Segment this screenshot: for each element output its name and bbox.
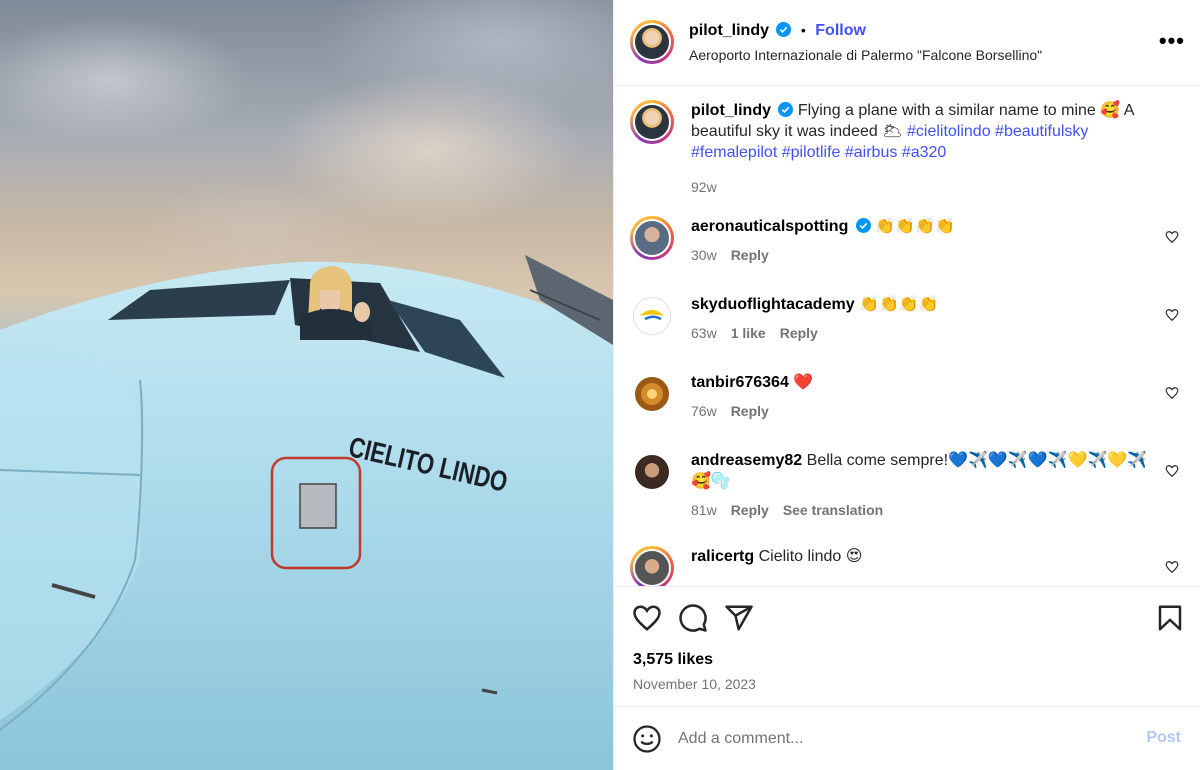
comment-text: 👏👏👏👏 [859,296,939,313]
avatar-image [633,219,671,257]
share-send-icon[interactable] [724,603,754,633]
post-date[interactable]: November 10, 2023 [633,676,756,692]
follow-button[interactable]: Follow [815,22,866,39]
add-comment-input[interactable] [678,727,1118,751]
post-actions: 3,575 likes November 10, 2023 [614,586,1200,706]
reply-button[interactable]: Reply [780,325,818,341]
caption-avatar[interactable] [630,100,674,144]
comment-username[interactable]: aeronauticalspotting [691,218,848,235]
comment-likes[interactable]: 1 like [731,325,766,341]
like-comment-heart-icon[interactable] [1165,386,1179,400]
comment-avatar[interactable] [630,216,674,260]
comment-username[interactable]: tanbir676364 [691,374,789,391]
see-translation-button[interactable]: See translation [783,502,883,518]
comment-avatar[interactable] [630,450,674,494]
comments-list[interactable]: pilot_lindy Flying a plane with a simila… [614,86,1200,586]
comment-age[interactable]: 63w [691,325,717,341]
add-comment-bar: Post [614,706,1200,770]
caption-age[interactable]: 92w [691,179,717,195]
post-header: pilot_lindy • Follow Aeroporto Internazi… [614,0,1200,86]
author-username[interactable]: pilot_lindy [689,22,769,39]
likes-count[interactable]: 3,575 likes [633,651,713,669]
reply-button[interactable]: Reply [731,247,769,263]
post-photo[interactable]: CIELITO LINDO [0,0,613,770]
post-location[interactable]: Aeroporto Internazionale di Palermo "Fal… [689,47,1042,63]
comment-age[interactable]: 76w [691,403,717,419]
avatar-image [633,375,671,413]
comment-text: 👏👏👏👏 [875,218,955,235]
verified-badge-icon [776,22,792,37]
verified-badge-icon [778,102,794,117]
comment-username[interactable]: andreasemy82 [691,452,802,469]
comment-username[interactable]: skyduoflightacademy [691,296,855,313]
comment-avatar[interactable] [630,372,674,416]
like-comment-heart-icon[interactable] [1165,560,1179,574]
comment-username[interactable]: ralicertg [691,548,754,565]
post-comment-button[interactable]: Post [1146,729,1181,747]
caption-username[interactable]: pilot_lindy [691,102,771,119]
comment-avatar[interactable] [630,294,674,338]
avatar-image [633,549,671,586]
like-comment-heart-icon[interactable] [1165,308,1179,322]
comment-age[interactable]: 81w [691,502,717,518]
comment-text: Cielito lindo 😍 [758,548,863,565]
avatar-image [633,297,671,335]
like-comment-heart-icon[interactable] [1165,230,1179,244]
avatar-image [633,23,671,61]
avatar-image [633,103,671,141]
verified-badge-icon [855,218,871,233]
more-options-icon[interactable]: ••• [1159,30,1185,52]
like-comment-heart-icon[interactable] [1165,464,1179,478]
separator-dot: • [800,22,806,38]
emoji-smile-icon[interactable] [632,724,662,754]
comment-age[interactable]: 30w [691,247,717,263]
reply-button[interactable]: Reply [731,403,769,419]
academy-logo-icon [640,310,664,321]
comment-text: ❤️ [793,374,814,391]
save-bookmark-icon[interactable] [1155,603,1185,633]
comment-avatar[interactable] [630,546,674,586]
reply-button[interactable]: Reply [731,502,769,518]
like-heart-icon[interactable] [632,603,662,633]
avatar-image [633,453,671,491]
airplane-illustration: CIELITO LINDO [0,255,613,770]
comment-bubble-icon[interactable] [678,603,708,633]
author-avatar[interactable] [630,20,674,64]
post-detail-panel: pilot_lindy • Follow Aeroporto Internazi… [613,0,1200,770]
